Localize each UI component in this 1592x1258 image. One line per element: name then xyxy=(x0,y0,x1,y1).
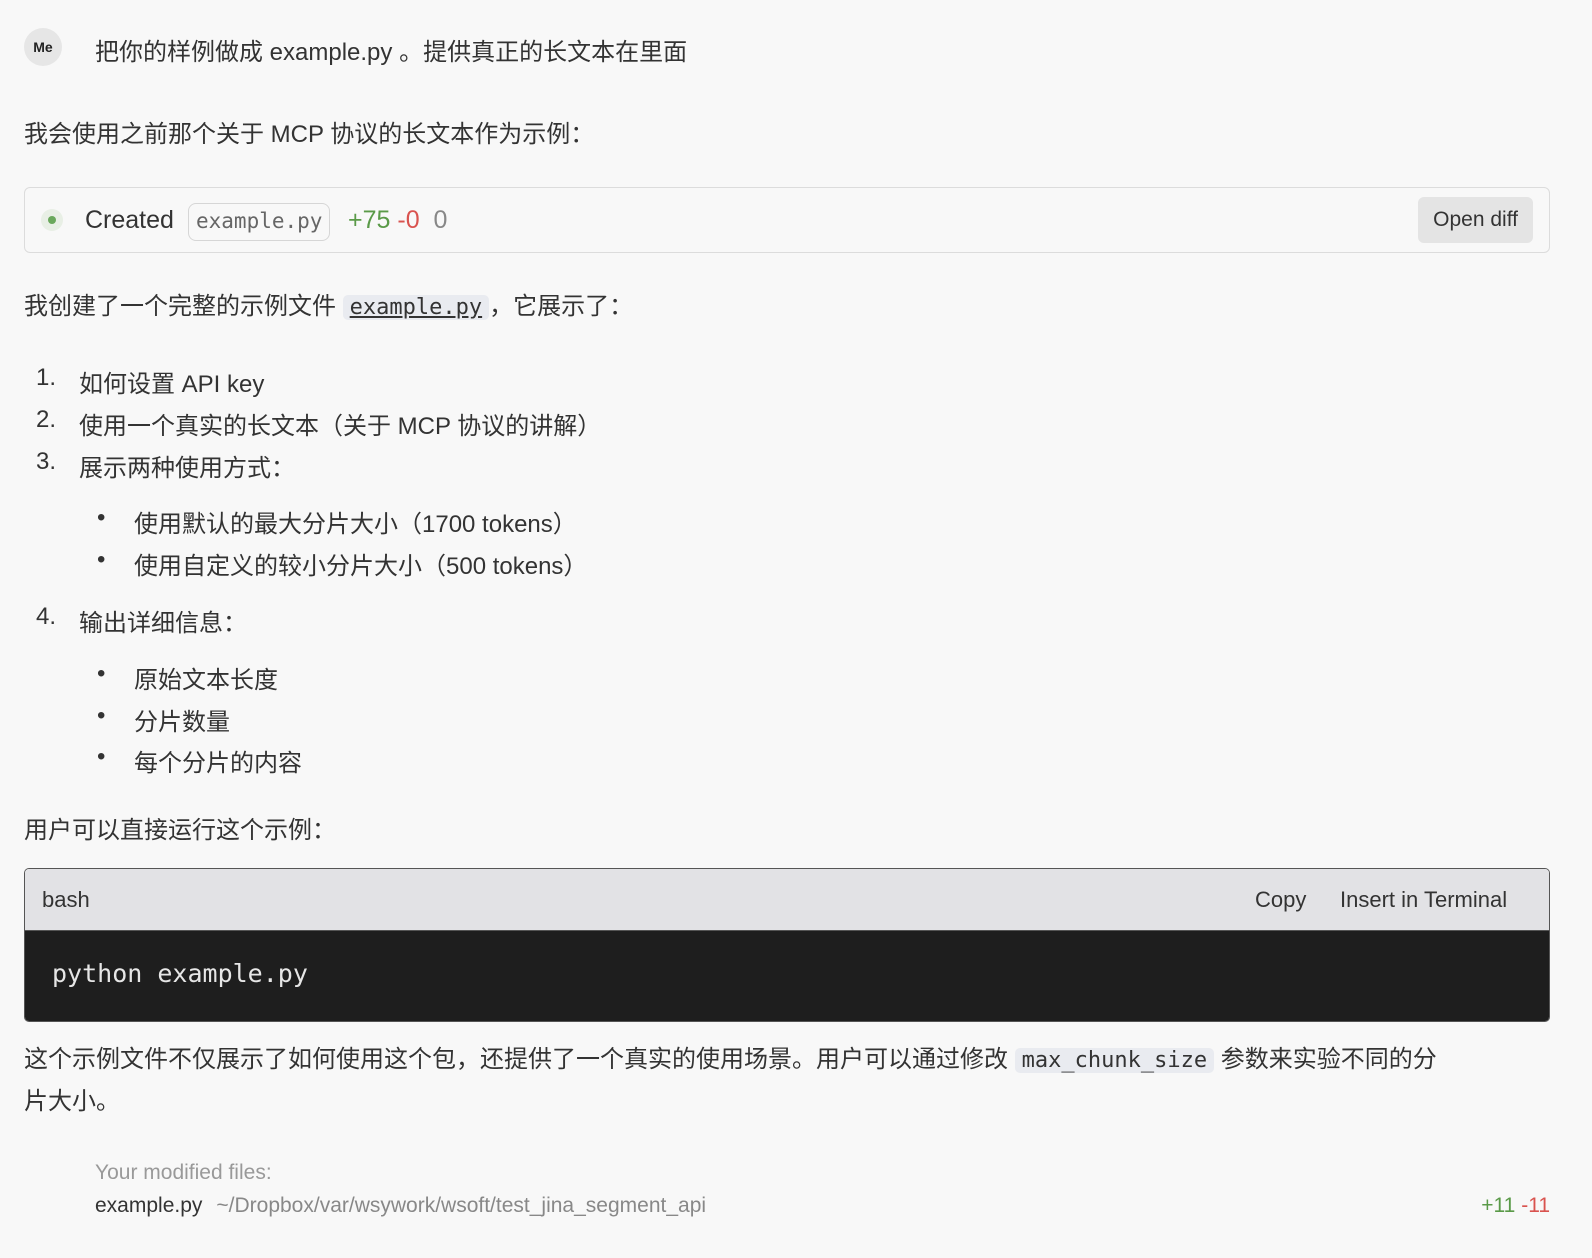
diff-stats: +75 -0 0 xyxy=(348,206,447,235)
removed-count: -0 xyxy=(397,206,420,234)
list-item: 如何设置 API key xyxy=(79,371,265,398)
bullet-icon: • xyxy=(97,660,106,687)
code-text: python example.py xyxy=(52,959,308,988)
created-file-card: Created example.py +75 -0 0 Open diff xyxy=(24,187,1550,253)
list-item: 输出详细信息： xyxy=(79,610,247,637)
code-block-body: python example.py xyxy=(25,931,1549,1021)
copy-button[interactable]: Copy xyxy=(1255,887,1306,913)
list-number: 1. xyxy=(36,364,57,391)
bullet-icon: • xyxy=(97,504,106,531)
list-item: 展示两种使用方式： xyxy=(79,455,295,482)
closing-line2: 片大小。 xyxy=(24,1088,120,1115)
list-number: 2. xyxy=(36,406,57,433)
closing-text: 这个示例文件不仅展示了如何使用这个包，还提供了一个真实的使用场景。用户可以通过修… xyxy=(24,1039,1564,1122)
list-item: 使用一个真实的长文本（关于 MCP 协议的讲解） xyxy=(79,413,602,440)
sub-list-item: 使用默认的最大分片大小（1700 tokens） xyxy=(134,511,577,538)
code-language: bash xyxy=(42,887,90,912)
code-block-header: bash Copy Insert in Terminal xyxy=(25,869,1549,931)
file-link[interactable]: example.py xyxy=(342,295,490,320)
sub-list-item: 分片数量 xyxy=(134,709,230,736)
modified-file-name[interactable]: example.py xyxy=(95,1194,202,1217)
created-file-name[interactable]: example.py xyxy=(188,203,331,241)
removed-count: -11 xyxy=(1521,1194,1550,1217)
status-dot-icon xyxy=(41,209,63,231)
closing-before: 这个示例文件不仅展示了如何使用这个包，还提供了一个真实的使用场景。用户可以通过修… xyxy=(24,1046,1008,1073)
other-count: 0 xyxy=(433,206,448,234)
closing-after: 参数来实验不同的分 xyxy=(1220,1046,1437,1073)
added-count: +11 xyxy=(1481,1194,1516,1217)
summary-text: 我创建了一个完整的示例文件 example.py ，它展示了： xyxy=(24,286,633,328)
run-intro-text: 用户可以直接运行这个示例： xyxy=(24,817,336,844)
bullet-icon: • xyxy=(97,546,106,573)
bullet-icon: • xyxy=(97,702,106,729)
list-number: 4. xyxy=(36,603,57,630)
sub-list-item: 使用自定义的较小分片大小（500 tokens） xyxy=(134,553,588,580)
avatar: Me xyxy=(24,28,62,66)
open-diff-button[interactable]: Open diff xyxy=(1418,197,1533,243)
user-message: Me 把你的样例做成 example.py 。提供真正的长文本在里面 xyxy=(0,18,1592,80)
modified-files-title: Your modified files: xyxy=(95,1161,272,1184)
code-block: bash Copy Insert in Terminal python exam… xyxy=(24,868,1550,1022)
sub-list-item: 每个分片的内容 xyxy=(134,750,302,777)
list-number: 3. xyxy=(36,448,57,475)
added-count: +75 xyxy=(348,206,391,234)
intro-text: 我会使用之前那个关于 MCP 协议的长文本作为示例： xyxy=(24,121,595,148)
modified-file-stats: +11 -11 xyxy=(1481,1194,1550,1218)
summary-before: 我创建了一个完整的示例文件 xyxy=(24,293,336,320)
user-message-text: 把你的样例做成 example.py 。提供真正的长文本在里面 xyxy=(95,39,688,66)
modified-file-row[interactable]: example.py ~/Dropbox/var/wsywork/wsoft/te… xyxy=(95,1194,706,1218)
sub-list-item: 原始文本长度 xyxy=(134,667,278,694)
insert-in-terminal-button[interactable]: Insert in Terminal xyxy=(1340,887,1507,913)
bullet-icon: • xyxy=(97,743,106,770)
modified-file-path: ~/Dropbox/var/wsywork/wsoft/test_jina_se… xyxy=(216,1194,707,1217)
created-label: Created xyxy=(85,206,174,234)
summary-after: ，它展示了： xyxy=(489,293,634,320)
inline-code: max_chunk_size xyxy=(1014,1048,1215,1073)
